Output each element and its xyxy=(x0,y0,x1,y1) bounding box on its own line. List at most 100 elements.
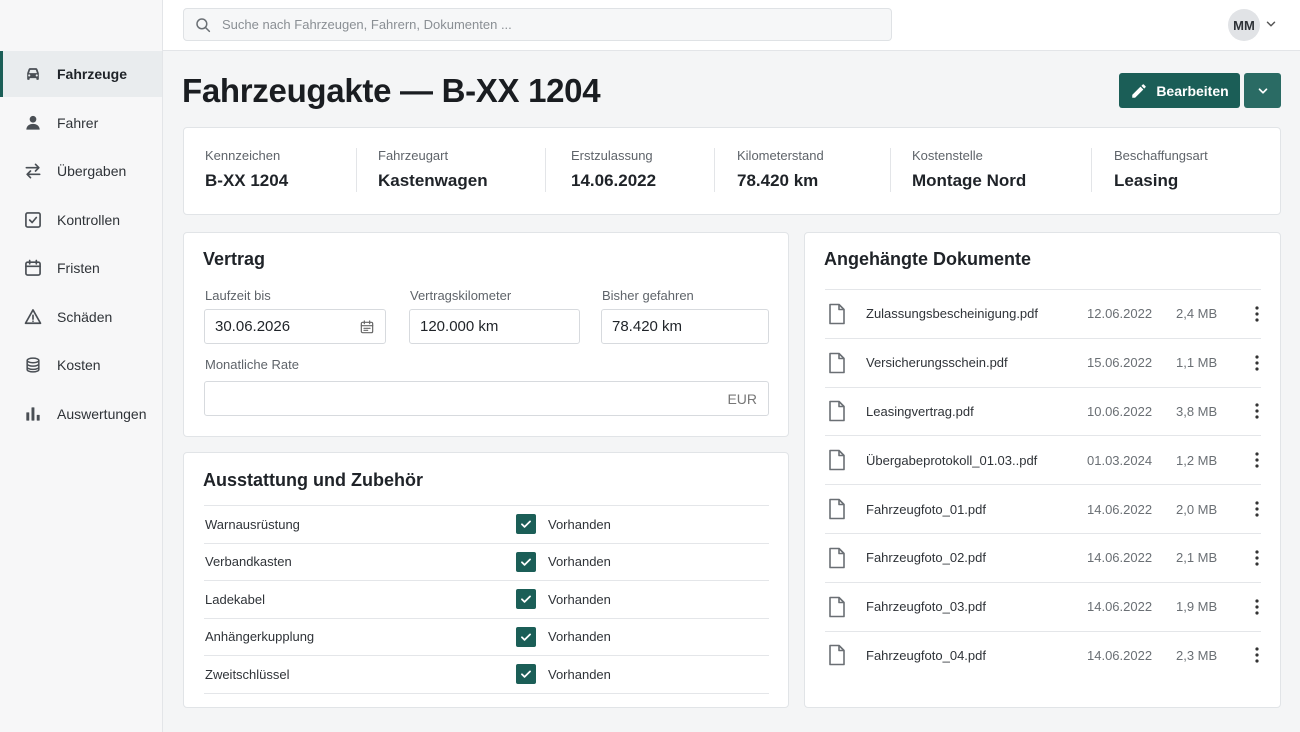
document-size: 1,1 MB xyxy=(1176,355,1218,371)
person-icon xyxy=(22,112,44,134)
vehicle-summary-card: Kennzeichen B-XX 1204 Fahrzeugart Kasten… xyxy=(183,127,1281,215)
equipment-status: Vorhanden xyxy=(548,516,611,532)
document-date: 12.06.2022 xyxy=(1087,306,1153,322)
document-size: 2,3 MB xyxy=(1176,647,1218,663)
file-icon xyxy=(828,449,846,471)
more-actions-button[interactable] xyxy=(1244,73,1281,108)
summary-value: Leasing xyxy=(1114,171,1179,190)
document-name[interactable]: Fahrzeugfoto_04.pdf xyxy=(866,648,986,663)
equipment-row: Zweitschlüssel Vorhanden xyxy=(204,656,769,694)
document-row[interactable]: Fahrzeugfoto_02.pdf 14.06.2022 2,1 MB xyxy=(825,533,1261,582)
equipment-row: Verbandkasten Vorhanden xyxy=(204,544,769,581)
contract-km-field[interactable]: 120.000 km xyxy=(409,309,580,344)
kebab-menu-icon[interactable] xyxy=(1251,401,1263,421)
equipment-status: Vorhanden xyxy=(548,591,611,607)
file-icon xyxy=(828,498,846,520)
term-date-field[interactable]: 30.06.2026 xyxy=(204,309,386,344)
currency-suffix: EUR xyxy=(727,391,757,407)
check-icon xyxy=(521,595,531,604)
summary-label: Erstzulassung xyxy=(571,148,653,163)
sidebar-item-label: Kontrollen xyxy=(57,211,121,228)
kebab-menu-icon[interactable] xyxy=(1251,597,1263,617)
equipment-row: Warnausrüstung Vorhanden xyxy=(204,506,769,544)
sidebar-item-fahrer[interactable]: Fahrer xyxy=(0,100,162,146)
sidebar-item-fristen[interactable]: Fristen xyxy=(0,245,162,291)
topbar: MM xyxy=(163,0,1300,51)
contract-title: Vertrag xyxy=(203,249,266,269)
sidebar-item-label: Auswertungen xyxy=(57,405,147,422)
driven-km-field[interactable]: 78.420 km xyxy=(601,309,769,344)
file-icon xyxy=(828,547,846,569)
summary-kennzeichen: Kennzeichen B-XX 1204 xyxy=(205,148,288,191)
search-icon xyxy=(194,16,212,34)
equipment-status: Vorhanden xyxy=(548,629,611,645)
sidebar-item-kontrollen[interactable]: Kontrollen xyxy=(0,197,162,243)
document-size: 1,2 MB xyxy=(1176,452,1218,468)
file-icon xyxy=(828,352,846,374)
sidebar-item-label: Schäden xyxy=(57,308,113,325)
kebab-menu-icon[interactable] xyxy=(1251,353,1263,373)
sidebar-nav: Fahrzeuge Fahrer Übergaben Kontrollen Fr… xyxy=(0,51,162,439)
monthly-rate-field[interactable]: EUR xyxy=(204,381,769,416)
kebab-menu-icon[interactable] xyxy=(1251,450,1263,470)
document-row[interactable]: Leasingvertrag.pdf 10.06.2022 3,8 MB xyxy=(825,386,1263,436)
document-name[interactable]: Übergabeprotokoll_01.03..pdf xyxy=(866,453,1037,468)
sidebar-item-kosten[interactable]: Kosten xyxy=(0,342,162,388)
sidebar-item-fahrzeuge[interactable]: Fahrzeuge xyxy=(0,51,162,97)
summary-label: Kilometerstand xyxy=(737,148,824,163)
summary-value: Kastenwagen xyxy=(378,171,488,190)
equipment-title: Ausstattung und Zubehör xyxy=(203,470,423,490)
check-icon xyxy=(521,670,531,679)
equipment-checkbox[interactable] xyxy=(516,551,536,572)
kebab-menu-icon[interactable] xyxy=(1251,645,1263,665)
document-name[interactable]: Fahrzeugfoto_02.pdf xyxy=(866,550,986,565)
summary-kostenstelle: Kostenstelle Montage Nord xyxy=(912,148,1026,191)
chevron-down-icon[interactable] xyxy=(1264,17,1278,31)
calendar-icon xyxy=(22,257,44,279)
document-row[interactable]: Zulassungsbescheinigung.pdf 12.06.2022 2,4… xyxy=(825,289,1261,338)
checkbox-icon xyxy=(22,209,44,231)
document-name[interactable]: Leasingvertrag.pdf xyxy=(866,404,974,419)
document-name[interactable]: Zulassungsbescheinigung.pdf xyxy=(866,306,1038,321)
kebab-menu-icon[interactable] xyxy=(1251,499,1263,519)
document-row[interactable]: Fahrzeugfoto_04.pdf 14.06.2022 2,3 MB xyxy=(825,630,1263,680)
document-row[interactable]: Fahrzeugfoto_01.pdf 14.06.2022 2,0 MB xyxy=(825,484,1261,533)
avatar[interactable]: MM xyxy=(1228,9,1260,41)
document-name[interactable]: Fahrzeugfoto_01.pdf xyxy=(866,502,986,517)
document-row[interactable]: Versicherungsschein.pdf 15.06.2022 1,1 MB xyxy=(825,337,1263,387)
document-row[interactable]: Übergabeprotokoll_01.03..pdf 01.03.2024 1,… xyxy=(825,435,1261,484)
document-name[interactable]: Versicherungsschein.pdf xyxy=(866,355,1008,370)
documents-card: Angehängte Dokumente Zulassungsbescheini… xyxy=(804,232,1281,708)
divider xyxy=(714,148,715,192)
document-row[interactable]: Fahrzeugfoto_03.pdf 14.06.2022 1,9 MB xyxy=(825,581,1263,631)
kebab-menu-icon[interactable] xyxy=(1251,304,1263,324)
edit-button[interactable]: Bearbeiten xyxy=(1119,73,1240,108)
equipment-card: Ausstattung und Zubehör Warnausrüstung V… xyxy=(183,452,789,708)
bar-chart-icon xyxy=(22,403,44,425)
summary-value: Montage Nord xyxy=(912,171,1027,190)
calendar-icon[interactable] xyxy=(359,319,375,335)
sidebar-item-uebergaben[interactable]: Übergaben xyxy=(0,148,162,194)
car-icon xyxy=(22,63,44,85)
sidebar-item-auswertungen[interactable]: Auswertungen xyxy=(0,391,162,437)
equipment-checkbox[interactable] xyxy=(516,664,536,685)
warning-icon xyxy=(22,306,44,328)
document-size: 3,8 MB xyxy=(1176,403,1218,419)
equipment-checkbox[interactable] xyxy=(516,626,536,647)
document-size: 2,0 MB xyxy=(1176,501,1218,517)
equipment-checkbox[interactable] xyxy=(516,514,536,535)
equipment-row: Anhängerkupplung Vorhanden xyxy=(204,619,769,656)
document-name[interactable]: Fahrzeugfoto_03.pdf xyxy=(866,599,986,614)
check-icon xyxy=(521,633,531,641)
sidebar-item-label: Kosten xyxy=(57,357,101,373)
page-title: Fahrzeugakte — B-XX 1204 xyxy=(182,72,601,109)
document-date: 14.06.2022 xyxy=(1087,501,1153,517)
file-icon xyxy=(828,596,846,618)
search-input[interactable] xyxy=(222,17,862,32)
summary-value: 14.06.2022 xyxy=(571,171,657,190)
search-box[interactable] xyxy=(183,8,892,41)
kebab-menu-icon[interactable] xyxy=(1251,548,1263,568)
equipment-checkbox[interactable] xyxy=(516,589,536,610)
sidebar-item-schaeden[interactable]: Schäden xyxy=(0,294,162,340)
coins-icon xyxy=(22,354,44,376)
